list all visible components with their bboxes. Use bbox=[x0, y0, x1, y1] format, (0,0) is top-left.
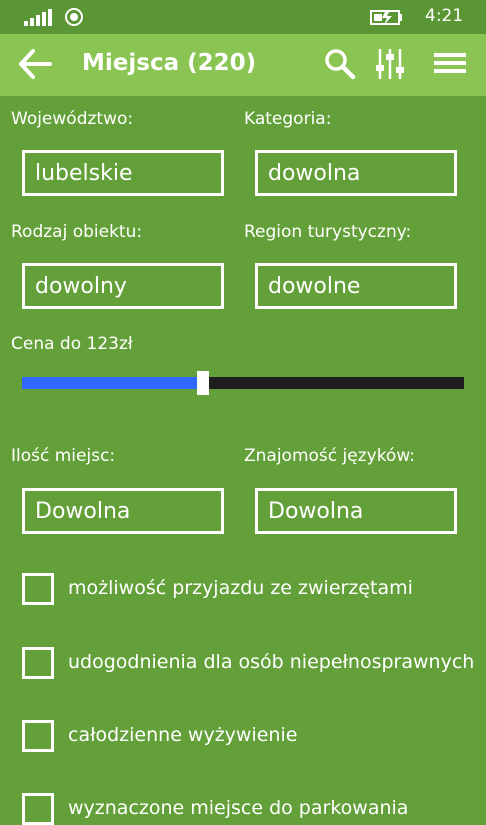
znajomosc-jezykow-select[interactable]: Dowolna bbox=[255, 488, 457, 534]
price-label: Cena do 123zł bbox=[11, 334, 133, 354]
pets-checkbox-label[interactable]: możliwość przyjazdu ze zwierzętami bbox=[68, 577, 413, 599]
ilosc-miejsc-value: Dowolna bbox=[35, 498, 131, 524]
kategoria-label: Kategoria: bbox=[244, 109, 332, 129]
wojewodztwo-label: Województwo: bbox=[11, 109, 134, 129]
wojewodztwo-select[interactable]: lubelskie bbox=[22, 150, 224, 196]
ilosc-miejsc-label: Ilość miejsc: bbox=[11, 446, 116, 466]
znajomosc-jezykow-value: Dowolna bbox=[268, 498, 364, 524]
clock: 4:21 bbox=[425, 6, 464, 26]
wifi-icon bbox=[65, 8, 83, 26]
page-title: Miejsca (220) bbox=[82, 50, 257, 76]
region-turystyczny-select[interactable]: dowolne bbox=[255, 263, 457, 309]
signal-strength-icon bbox=[24, 9, 52, 26]
parking-checkbox[interactable] bbox=[22, 793, 54, 825]
slider-fill bbox=[22, 377, 203, 389]
price-slider[interactable] bbox=[22, 371, 464, 395]
rodzaj-obiektu-select[interactable]: dowolny bbox=[22, 263, 224, 309]
kategoria-select[interactable]: dowolna bbox=[255, 150, 457, 196]
ilosc-miejsc-select[interactable]: Dowolna bbox=[22, 488, 224, 534]
znajomosc-jezykow-label: Znajomość języków: bbox=[244, 446, 416, 466]
kategoria-value: dowolna bbox=[268, 160, 361, 186]
back-arrow-icon[interactable] bbox=[18, 48, 52, 80]
slider-thumb[interactable] bbox=[197, 371, 209, 395]
app-bar: Miejsca (220) bbox=[0, 34, 486, 96]
status-bar: 4:21 bbox=[0, 0, 486, 34]
pets-checkbox[interactable] bbox=[22, 573, 54, 605]
accessibility-checkbox[interactable] bbox=[22, 647, 54, 679]
menu-icon[interactable] bbox=[434, 51, 466, 75]
rodzaj-obiektu-value: dowolny bbox=[35, 273, 127, 299]
search-icon[interactable] bbox=[324, 48, 356, 80]
accessibility-checkbox-label[interactable]: udogodnienia dla osób niepełnosprawnych bbox=[68, 651, 486, 673]
rodzaj-obiektu-label: Rodzaj obiektu: bbox=[11, 222, 143, 242]
region-turystyczny-label: Region turystyczny: bbox=[244, 222, 412, 242]
battery-charging-icon bbox=[370, 10, 402, 25]
parking-checkbox-label[interactable]: wyznaczone miejsce do parkowania bbox=[68, 797, 408, 819]
region-turystyczny-value: dowolne bbox=[268, 273, 361, 299]
full-board-checkbox-label[interactable]: całodzienne wyżywienie bbox=[68, 724, 297, 746]
wojewodztwo-value: lubelskie bbox=[35, 160, 133, 186]
filter-sliders-icon[interactable] bbox=[374, 46, 406, 82]
full-board-checkbox[interactable] bbox=[22, 720, 54, 752]
